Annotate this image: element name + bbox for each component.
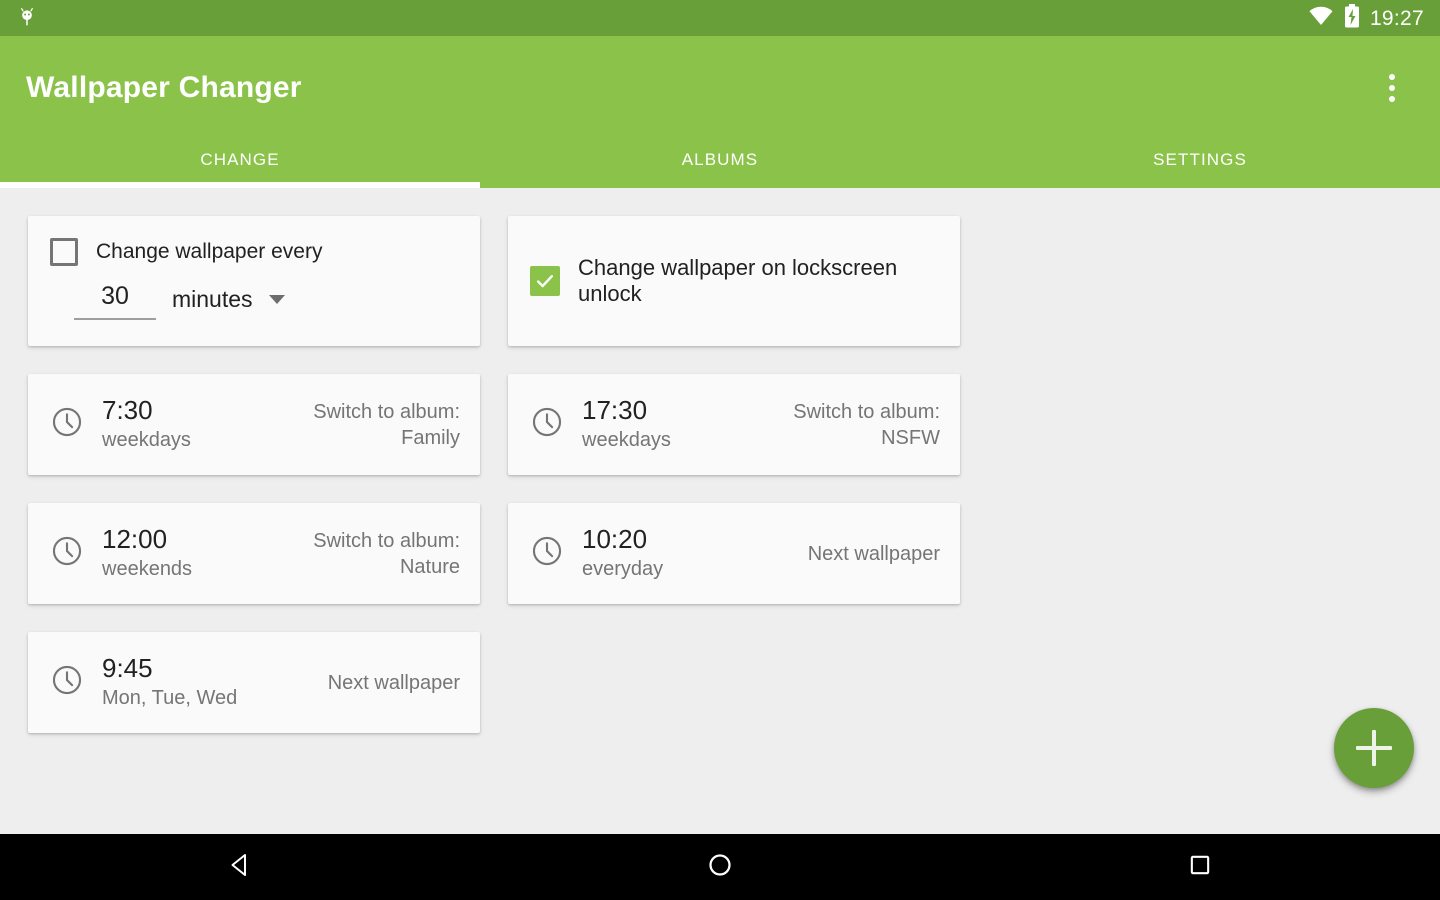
clock-icon xyxy=(530,534,564,573)
clock-icon xyxy=(50,534,84,573)
app-root: 19:27 Wallpaper Changer CHANGE ALBUMS SE… xyxy=(0,0,1440,900)
schedule-action: Next wallpaper xyxy=(327,671,460,694)
recents-square-icon xyxy=(1186,851,1214,884)
schedule-card[interactable]: 17:30 weekdays Switch to album: NSFW xyxy=(508,374,960,475)
interval-checkbox-label: Change wallpaper every xyxy=(96,240,323,263)
clock-icon xyxy=(50,405,84,444)
overflow-dot xyxy=(1389,85,1395,91)
tab-albums[interactable]: ALBUMS xyxy=(480,140,960,188)
lockscreen-checkbox-label: Change wallpaper on lockscreen unlock xyxy=(578,255,898,306)
lockscreen-checkbox[interactable] xyxy=(530,266,560,296)
plus-icon-vertical xyxy=(1372,730,1376,766)
overflow-menu-icon[interactable] xyxy=(1368,64,1416,112)
schedule-days: everyday xyxy=(582,558,664,581)
status-bar: 19:27 xyxy=(0,0,1440,36)
checkmark-icon xyxy=(534,270,556,292)
app-bar: Wallpaper Changer xyxy=(0,36,1440,140)
nav-back-button[interactable] xyxy=(0,834,480,900)
interval-checkbox[interactable] xyxy=(50,238,78,266)
page-title: Wallpaper Changer xyxy=(26,71,302,104)
interval-unit-dropdown[interactable]: minutes xyxy=(172,286,285,320)
status-bar-icons: 19:27 xyxy=(1308,3,1424,33)
chevron-down-icon xyxy=(268,295,285,304)
interval-value-row: 30 minutes xyxy=(50,282,458,320)
schedule-time: 12:00 xyxy=(102,523,168,554)
main-content: Change wallpaper every 30 minutes Change… xyxy=(0,188,1440,834)
add-schedule-fab[interactable] xyxy=(1334,708,1414,788)
tab-change-label: CHANGE xyxy=(200,150,280,169)
home-circle-icon xyxy=(705,850,735,885)
schedule-action: Switch to album: NSFW xyxy=(793,400,940,449)
tab-settings[interactable]: SETTINGS xyxy=(960,140,1440,188)
schedule-time-block: 7:30 weekdays xyxy=(102,394,191,454)
overflow-dot xyxy=(1389,96,1395,102)
schedule-time: 7:30 xyxy=(102,394,153,425)
android-logo-icon xyxy=(16,7,38,29)
schedule-card[interactable]: 9:45 Mon, Tue, Wed Next wallpaper xyxy=(28,632,480,733)
lockscreen-card[interactable]: Change wallpaper on lockscreen unlock xyxy=(508,216,960,346)
clock-icon xyxy=(530,405,564,444)
overflow-dot xyxy=(1389,74,1395,80)
tab-change[interactable]: CHANGE xyxy=(0,140,480,188)
clock-icon xyxy=(50,663,84,702)
schedule-time-block: 12:00 weekends xyxy=(102,523,193,583)
back-triangle-icon xyxy=(225,850,255,885)
schedule-time: 10:20 xyxy=(582,523,648,554)
schedule-time: 9:45 xyxy=(102,652,153,683)
interval-value-input[interactable]: 30 xyxy=(74,282,156,320)
schedule-action: Next wallpaper xyxy=(807,542,940,565)
interval-unit-label: minutes xyxy=(172,286,253,312)
interval-checkbox-row[interactable]: Change wallpaper every xyxy=(50,238,458,266)
schedule-card[interactable]: 7:30 weekdays Switch to album: Family xyxy=(28,374,480,475)
schedule-days: weekdays xyxy=(102,429,191,452)
battery-charging-icon xyxy=(1344,3,1360,33)
tab-bar: CHANGE ALBUMS SETTINGS xyxy=(0,140,1440,188)
schedule-days: weekends xyxy=(102,558,193,581)
schedule-card[interactable]: 10:20 everyday Next wallpaper xyxy=(508,503,960,604)
schedule-action: Switch to album: Family xyxy=(313,400,460,449)
nav-home-button[interactable] xyxy=(480,834,960,900)
android-nav-bar xyxy=(0,834,1440,900)
wifi-icon xyxy=(1308,6,1334,31)
schedule-time: 17:30 xyxy=(582,394,648,425)
tab-albums-label: ALBUMS xyxy=(681,150,759,169)
status-bar-clock: 19:27 xyxy=(1369,6,1424,30)
schedule-time-block: 17:30 weekdays xyxy=(582,394,671,454)
interval-card: Change wallpaper every 30 minutes xyxy=(28,216,480,346)
schedule-days: Mon, Tue, Wed xyxy=(102,687,238,710)
card-grid: Change wallpaper every 30 minutes Change… xyxy=(14,202,1426,747)
schedule-time-block: 10:20 everyday xyxy=(582,523,664,583)
schedule-action: Switch to album: Nature xyxy=(313,529,460,578)
schedule-time-block: 9:45 Mon, Tue, Wed xyxy=(102,652,238,712)
nav-recents-button[interactable] xyxy=(960,834,1440,900)
schedule-card[interactable]: 12:00 weekends Switch to album: Nature xyxy=(28,503,480,604)
tab-settings-label: SETTINGS xyxy=(1153,150,1247,169)
schedule-days: weekdays xyxy=(582,429,671,452)
